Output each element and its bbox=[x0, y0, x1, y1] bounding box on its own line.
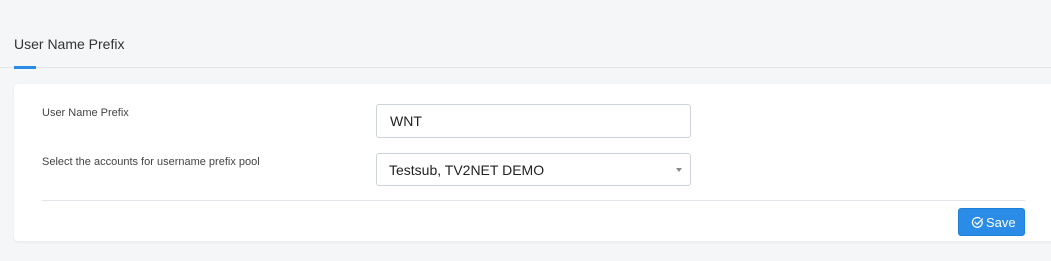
caret-down-icon bbox=[676, 168, 682, 172]
accounts-select-value: Testsub, TV2NET DEMO bbox=[389, 162, 545, 178]
settings-card: User Name Prefix Select the accounts for… bbox=[14, 84, 1051, 241]
divider bbox=[42, 200, 1025, 201]
accounts-select[interactable]: Testsub, TV2NET DEMO bbox=[376, 153, 691, 186]
accounts-prefix-pool-label: Select the accounts for username prefix … bbox=[42, 156, 260, 168]
check-circle-icon bbox=[971, 216, 984, 228]
user-name-prefix-input[interactable] bbox=[376, 104, 691, 138]
active-tab-indicator bbox=[14, 66, 36, 69]
save-button[interactable]: Save bbox=[958, 208, 1025, 236]
tab-user-name-prefix[interactable]: User Name Prefix bbox=[14, 36, 124, 52]
user-name-prefix-label: User Name Prefix bbox=[42, 107, 129, 119]
save-button-label: Save bbox=[986, 215, 1016, 230]
tab-bar: User Name Prefix bbox=[0, 0, 1051, 69]
